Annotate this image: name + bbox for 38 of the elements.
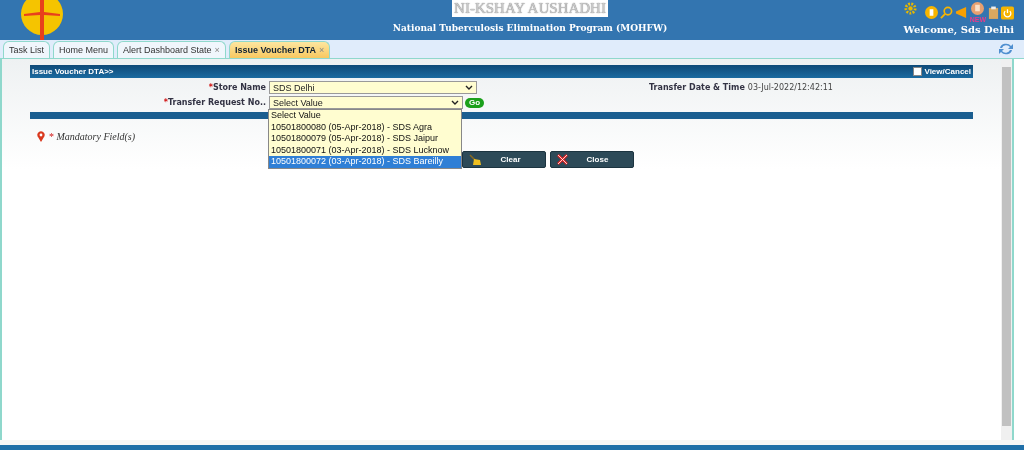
mandatory-note: * Mandatory Field(s) [49,131,136,142]
megaphone-icon[interactable] [954,6,968,19]
map-pin-icon [37,131,45,142]
transfer-request-dropdown[interactable]: Select Value [269,96,463,109]
logo-icon [20,0,64,40]
search-icon[interactable] [939,6,953,19]
settings-icon[interactable] [903,2,917,15]
tab[interactable]: Issue Voucher DTA × [228,41,331,58]
chevron-icon [451,100,459,105]
chevron-icon [465,85,473,90]
field-label: *Transfer Request No.. [162,98,267,107]
program-subtitle: National Tuberculosis Elimination Program (MOHFW) [392,23,668,33]
clipboard-icon[interactable] [924,6,938,19]
close-icon[interactable]: × [214,45,220,55]
welcome-text: Welcome, Sds Delhi [903,24,1014,35]
dropdown-option[interactable]: Select Value [269,110,461,122]
power-icon[interactable] [1001,6,1014,20]
store-name-dropdown[interactable]: SDS Delhi [269,81,477,94]
document-icon[interactable] [971,2,985,15]
view-cancel-checkbox[interactable]: View/Cancel [913,67,971,76]
broom-icon [469,153,482,166]
dropdown-option[interactable]: 10501800080 (05-Apr-2018) - SDS Agra [269,121,461,133]
dropdown-option[interactable]: 10501800071 (03-Apr-2018) - SDS Lucknow [269,144,461,156]
transfer-date-value: 03-Jul-2022/12:42:11 [747,83,833,92]
refresh-icon[interactable] [998,42,1014,56]
tab[interactable]: Alert Dashboard State × [117,41,226,58]
dropdown-option[interactable]: 10501800072 (03-Apr-2018) - SDS Bareilly [269,156,461,168]
app-title: NI-KSHAY AUSHADHI [452,0,608,17]
dropdown-option[interactable]: 10501800079 (05-Apr-2018) - SDS Jaipur [269,133,461,145]
tab[interactable]: Home Menu [53,41,115,58]
tab[interactable]: Task List [3,41,50,58]
field-label: Transfer Date & Time [649,83,745,92]
close-button[interactable]: Close [550,151,634,168]
clipboard-icon[interactable] [988,6,999,19]
field-label: *Store Name [207,83,267,92]
clear-button[interactable]: Clear [462,151,546,168]
close-icon [557,154,568,165]
form-title: Issue Voucher DTA>> [32,67,114,76]
